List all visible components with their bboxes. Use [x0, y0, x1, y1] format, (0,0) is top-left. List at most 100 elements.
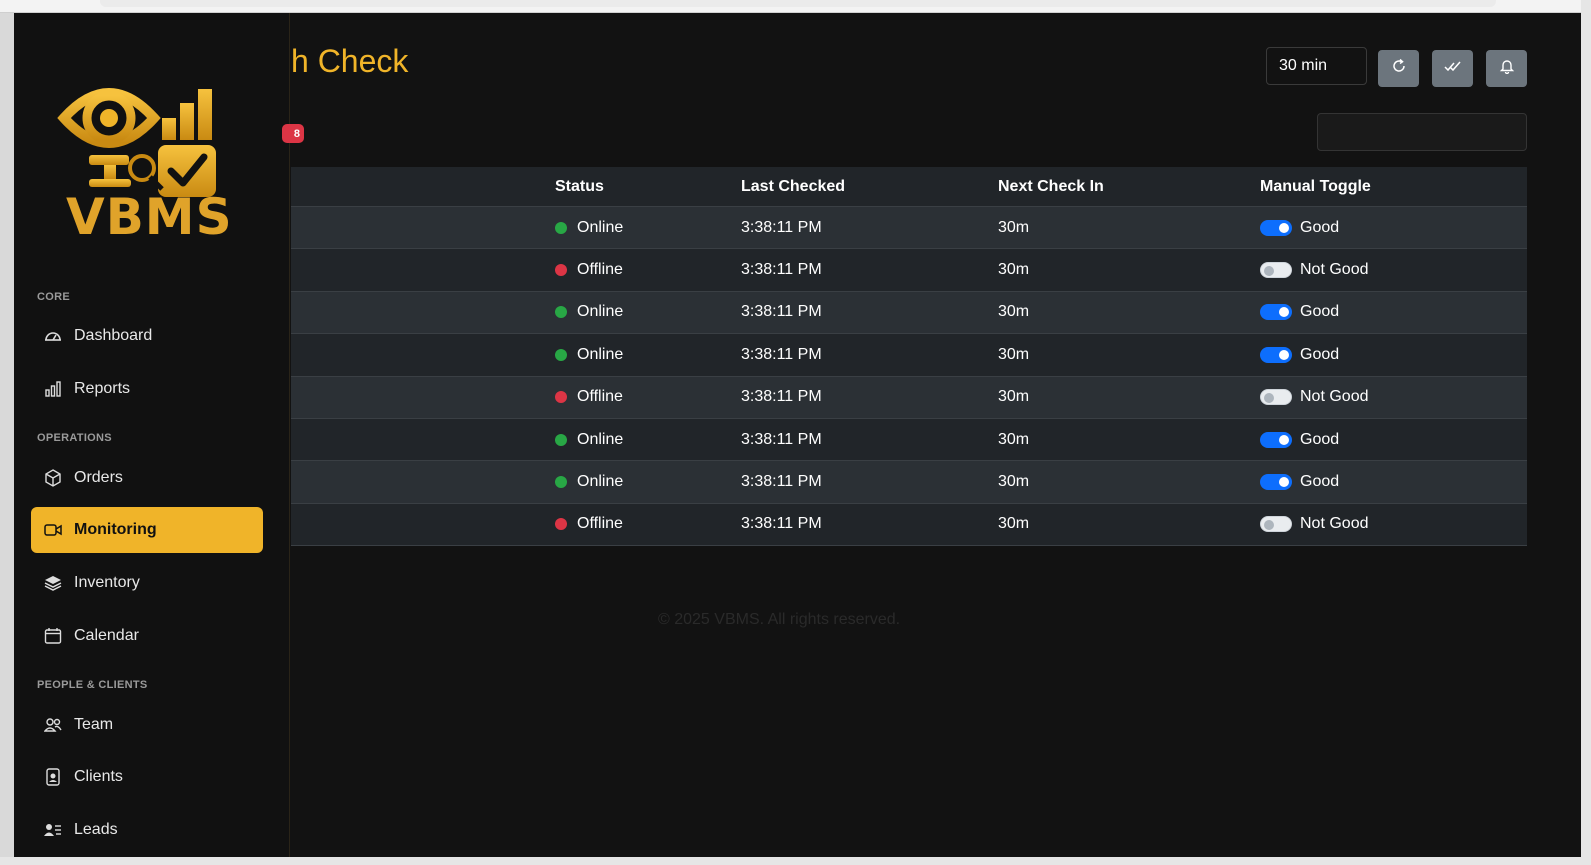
next-check-cell: 30m: [998, 303, 1030, 321]
manual-toggle-switch[interactable]: [1260, 474, 1292, 491]
table-body: Online 3:38:11 PM 30m Good Offline 3:38:…: [291, 207, 1527, 547]
table-row: Online 3:38:11 PM 30m Good: [291, 461, 1527, 504]
sidebar-item-dashboard[interactable]: Dashboard: [31, 313, 263, 359]
toggle-label: Good: [1300, 303, 1340, 321]
toggle-label: Good: [1300, 430, 1340, 448]
layers-icon: [42, 572, 64, 594]
sidebar-item-inventory[interactable]: Inventory: [31, 560, 263, 606]
status-cell: Online: [555, 431, 623, 449]
brand-name: VBMS: [66, 188, 233, 246]
next-check-cell: 30m: [998, 345, 1030, 363]
status-cell: Online: [555, 303, 623, 321]
manual-toggle-cell: Not Good: [1260, 261, 1368, 279]
last-checked-cell: 3:38:11 PM: [741, 345, 822, 363]
last-checked-cell: 3:38:11 PM: [741, 261, 822, 279]
check-all-icon: [1443, 59, 1462, 78]
sidebar-item-monitoring[interactable]: Monitoring: [31, 507, 263, 553]
people-icon: [42, 714, 64, 736]
toggle-label: Good: [1300, 345, 1340, 363]
next-check-cell: 30m: [998, 261, 1030, 279]
last-checked-cell: 3:38:11 PM: [741, 515, 822, 533]
camera-video-icon: [42, 519, 64, 541]
toggle-label: Good: [1300, 218, 1340, 236]
status-cell: Offline: [555, 261, 623, 279]
page-title: h Check: [291, 43, 409, 79]
search-input[interactable]: [1317, 113, 1527, 151]
next-check-cell: 30m: [998, 430, 1030, 448]
table-row: Online 3:38:11 PM 30m Good: [291, 334, 1527, 377]
column-header-next-check[interactable]: Next Check In: [998, 178, 1104, 196]
status-text: Offline: [577, 388, 623, 406]
sidebar-item-label: Team: [74, 716, 114, 733]
manual-toggle-switch[interactable]: [1260, 389, 1292, 406]
last-checked-cell: 3:38:11 PM: [741, 218, 822, 236]
last-checked-cell: 3:38:11 PM: [741, 473, 822, 491]
footer-copyright: © 2025 VBMS. All rights reserved.: [658, 611, 901, 628]
manual-toggle-cell: Not Good: [1260, 388, 1368, 406]
check-all-button[interactable]: [1432, 50, 1473, 87]
toggle-label: Not Good: [1300, 261, 1369, 279]
sidebar-item-calendar[interactable]: Calendar: [31, 613, 263, 659]
speedometer-icon: [42, 325, 64, 347]
sidebar-item-label: Orders: [74, 469, 123, 486]
refresh-icon: [1391, 58, 1407, 79]
toggle-label: Not Good: [1300, 515, 1369, 533]
status-text: Online: [577, 473, 624, 491]
status-text: Online: [577, 218, 624, 236]
status-text: Online: [577, 303, 624, 321]
sidebar-item-label: Inventory: [74, 574, 140, 591]
health-check-table: Status Last Checked Next Check In Manual…: [291, 167, 1527, 547]
vbms-logo: VBMS: [54, 73, 244, 248]
sidebar-item-label: Dashboard: [74, 327, 153, 344]
refresh-button[interactable]: [1378, 50, 1419, 87]
status-cell: Online: [555, 346, 623, 364]
status-text: Offline: [577, 515, 623, 533]
manual-toggle-switch[interactable]: [1260, 219, 1292, 236]
status-dot-icon: [555, 264, 567, 277]
sidebar-item-clients[interactable]: Clients: [31, 754, 263, 800]
status-dot-icon: [555, 348, 567, 361]
manual-toggle-cell: Good: [1260, 303, 1339, 321]
table-row: Offline 3:38:11 PM 30m Not Good: [291, 249, 1527, 292]
check-interval-select[interactable]: 30 min: [1266, 47, 1367, 85]
sidebar-item-leads[interactable]: Leads: [31, 807, 263, 853]
manual-toggle-cell: Good: [1260, 346, 1339, 364]
manual-toggle-switch[interactable]: [1260, 304, 1292, 321]
notifications-button[interactable]: [1486, 50, 1527, 87]
manual-toggle-switch[interactable]: [1260, 346, 1292, 363]
sidebar: VBMS CORE Dashboard Reports OPERATIONS O…: [14, 13, 290, 857]
address-bar[interactable]: [100, 0, 1496, 7]
sidebar-item-orders[interactable]: Orders: [31, 455, 263, 501]
box-icon: [42, 467, 64, 489]
bell-icon: [1499, 58, 1515, 79]
next-check-cell: 30m: [998, 388, 1030, 406]
manual-toggle-switch[interactable]: [1260, 516, 1292, 533]
sidebar-item-label: Monitoring: [74, 521, 157, 538]
table-row: Online 3:38:11 PM 30m Good: [291, 291, 1527, 335]
status-text: Offline: [577, 261, 623, 279]
nav-section-core: CORE: [37, 291, 70, 303]
manual-toggle-cell: Good: [1260, 473, 1339, 491]
next-check-cell: 30m: [998, 473, 1030, 491]
sidebar-item-label: Clients: [74, 768, 123, 785]
last-checked-cell: 3:38:11 PM: [741, 430, 822, 448]
manual-toggle-switch[interactable]: [1260, 262, 1292, 279]
person-badge-icon: [42, 766, 64, 788]
manual-toggle-cell: Not Good: [1260, 515, 1368, 533]
column-header-last-checked[interactable]: Last Checked: [741, 178, 845, 196]
sidebar-item-label: Reports: [74, 380, 131, 397]
sidebar-item-reports[interactable]: Reports: [31, 366, 263, 412]
nav-section-people-clients: PEOPLE & CLIENTS: [37, 679, 148, 691]
sidebar-item-label: Calendar: [74, 627, 139, 644]
column-header-manual-toggle[interactable]: Manual Toggle: [1260, 178, 1371, 196]
status-dot-icon: [555, 476, 567, 489]
manual-toggle-switch[interactable]: [1260, 431, 1292, 448]
count-badge: 8: [282, 124, 304, 143]
next-check-cell: 30m: [998, 218, 1030, 236]
toggle-label: Good: [1300, 473, 1340, 491]
table-row: Offline 3:38:11 PM 30m Not Good: [291, 503, 1527, 547]
manual-toggle-cell: Good: [1260, 219, 1339, 237]
sidebar-item-team[interactable]: Team: [31, 702, 263, 748]
column-header-status[interactable]: Status: [555, 178, 604, 196]
sidebar-item-label: Leads: [74, 821, 118, 838]
